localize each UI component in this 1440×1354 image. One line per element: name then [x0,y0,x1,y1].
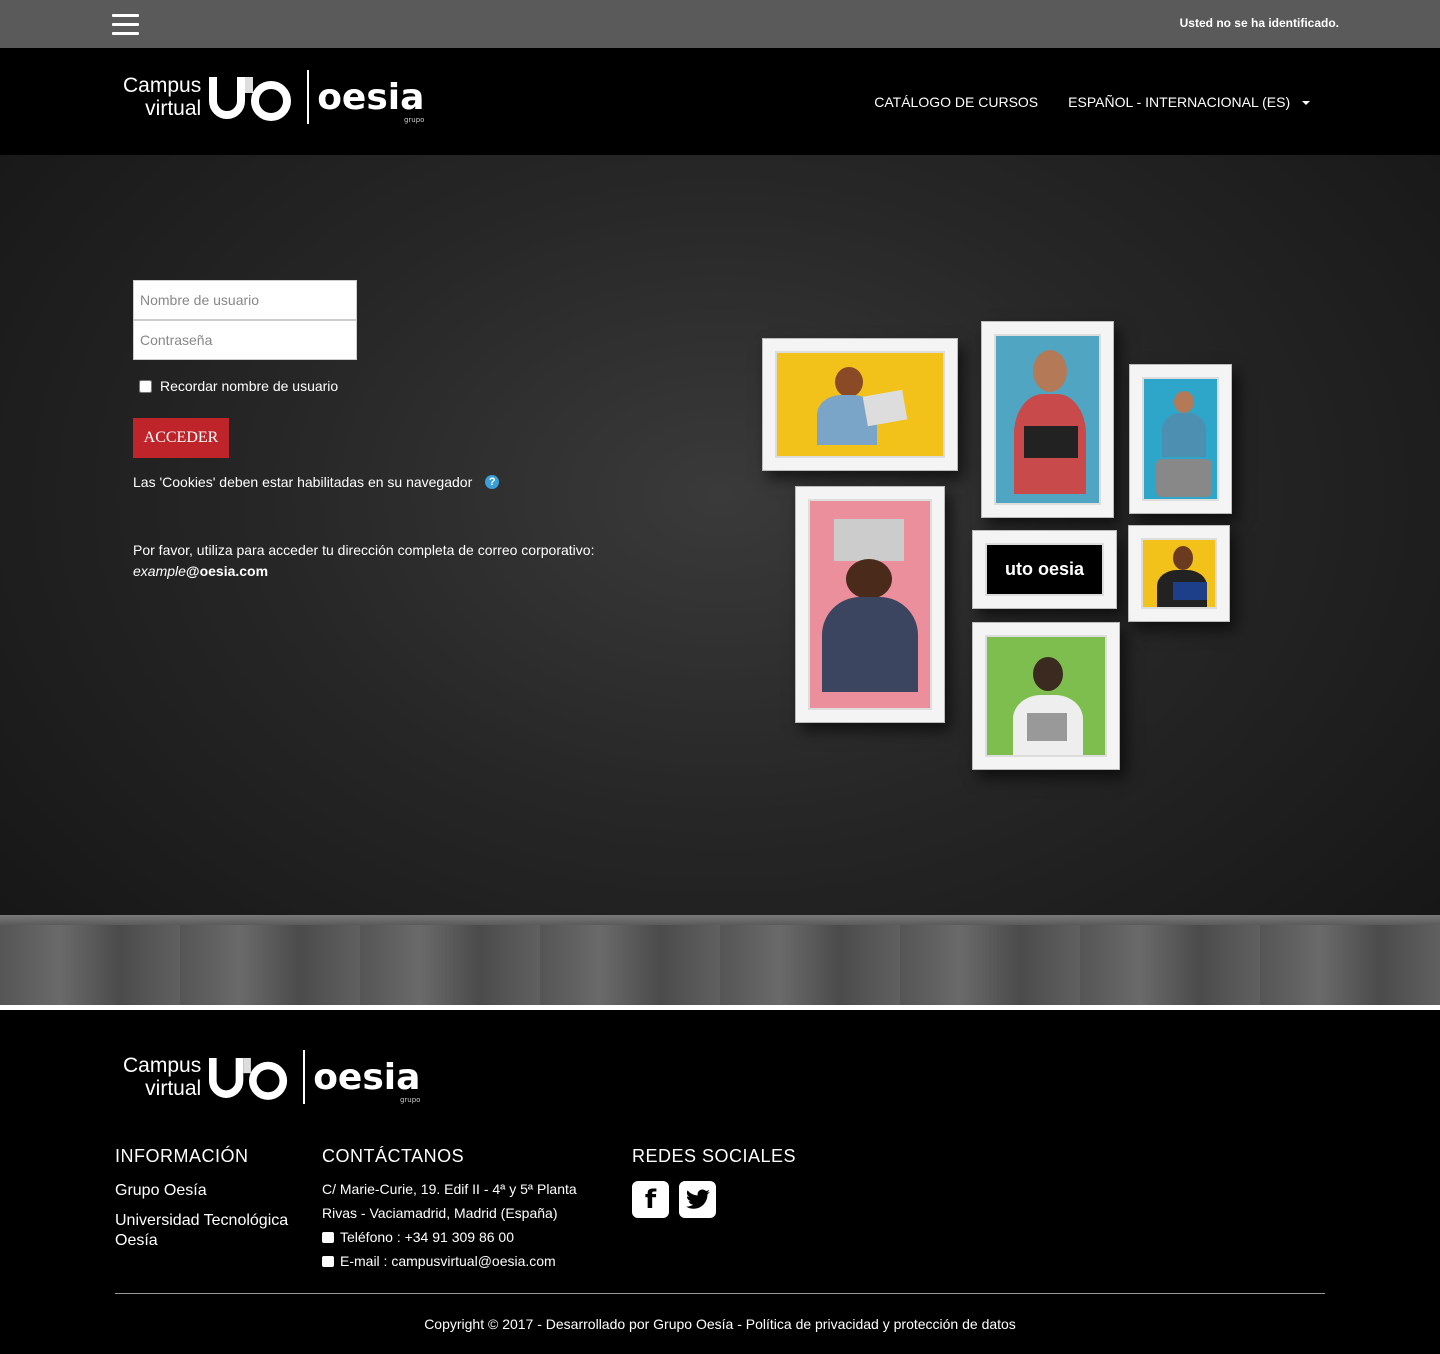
logo-campus-text: Campus virtual [123,1054,202,1100]
site-header: Campus virtual oesia grupo CATÁLOGO DE C… [0,48,1440,155]
facebook-icon[interactable]: f [632,1181,669,1218]
remember-username-label: Recordar nombre de usuario [160,378,339,394]
floor-background [0,925,1440,1005]
uto-logo-icon [209,77,292,121]
logo-separator [307,70,310,124]
cookies-text: Las 'Cookies' deben estar habilitadas en… [133,474,473,490]
photo-frame-woman-laptop [762,338,958,471]
login-button[interactable]: ACCEDER [133,418,229,458]
photo-frame-man-pouf [1129,364,1232,514]
photo-frame-woman-tablet [795,486,945,723]
footer-social-title: REDES SOCIALES [632,1146,797,1166]
envelope-icon [322,1256,334,1267]
logo-campus-text: Campus virtual [123,74,202,120]
uto-logo-icon [209,1057,288,1100]
email-example: example@oesia.com [133,563,269,579]
footer-info-column: INFORMACIÓN Grupo Oesía Universidad Tecn… [115,1146,305,1261]
social-links: f [632,1181,832,1218]
login-status: Usted no se ha identificado. [1179,16,1339,30]
footer-link-universidad[interactable]: Universidad Tecnológica Oesía [115,1211,305,1251]
twitter-bird-shape [685,1188,710,1209]
remember-username-checkbox[interactable] [139,379,152,393]
language-selector[interactable]: ESPAÑOL - INTERNACIONAL (ES) [1068,94,1310,110]
photo-tablet [1027,713,1067,741]
language-label: ESPAÑOL - INTERNACIONAL (ES) [1068,94,1291,110]
footer-social-column: REDES SOCIALES f [632,1146,832,1218]
twitter-icon[interactable] [679,1181,716,1218]
password-input[interactable] [133,320,357,360]
photo-person [835,367,863,397]
photo-person [1173,546,1193,570]
photo-frame-man-laptop [1128,525,1230,622]
copyright-text[interactable]: Copyright © 2017 - Desarrollado por Grup… [0,1316,1440,1332]
photo-tablet [834,519,904,561]
remember-username[interactable]: Recordar nombre de usuario [133,378,594,394]
photo-frame-man-tablet [981,321,1114,518]
photo-frame-woman-green [972,622,1120,770]
contact-address-line1: C/ Marie-Curie, 19. Edif II - 4ª y 5ª Pl… [322,1181,577,1197]
email-notice-text: Por favor, utiliza para acceder tu direc… [133,542,595,558]
main-nav: CATÁLOGO DE CURSOS ESPAÑOL - INTERNACION… [874,94,1310,110]
photo-tablet [1024,426,1078,458]
cookies-notice: Las 'Cookies' deben estar habilitadas en… [133,474,594,490]
contact-email: E-mail : campusvirtual@oesia.com [322,1253,602,1269]
logo-brand: oesia grupo [317,76,425,124]
help-icon[interactable]: ? [485,475,500,489]
logo-brand: oesia grupo [313,1056,421,1104]
footer-contact-title: CONTÁCTANOS [322,1146,465,1166]
footer-link-grupo-oesia[interactable]: Grupo Oesía [115,1181,305,1201]
photo-person-body [822,597,918,692]
footer-logo[interactable]: Campus virtual oesia grupo [123,1050,420,1104]
nav-course-catalog[interactable]: CATÁLOGO DE CURSOS [874,94,1038,110]
phone-icon [322,1232,334,1243]
top-bar: Usted no se ha identificado. [0,0,1440,48]
photo-laptop [862,389,908,427]
photo-person [846,559,892,599]
photo-person [1174,391,1194,413]
contact-phone: Teléfono : +34 91 309 86 00 [322,1229,602,1245]
hamburger-menu-icon[interactable] [112,14,139,35]
caret-down-icon [1302,101,1310,106]
photo-frame-logo: uto oesia [972,530,1117,609]
framed-logo: uto oesia [985,543,1104,596]
photo-person [1033,350,1067,392]
footer-info-title: INFORMACIÓN [115,1146,249,1166]
logo-separator [303,1050,306,1104]
photo-person [1033,657,1063,691]
photo-laptop [1173,582,1207,600]
username-input[interactable] [133,280,357,320]
site-logo[interactable]: Campus virtual oesia grupo [123,70,424,124]
contact-address-line2: Rivas - Vaciamadrid, Madrid (España) [322,1205,558,1221]
site-footer: Campus virtual oesia grupo INFORMACIÓN G… [0,1010,1440,1354]
login-form: Recordar nombre de usuario ACCEDER Las '… [133,280,594,582]
floor-edge [0,915,1440,925]
footer-separator [115,1293,1325,1294]
hero-section: Recordar nombre de usuario ACCEDER Las '… [0,155,1440,1005]
email-notice: Por favor, utiliza para acceder tu direc… [133,540,594,582]
photo-pouf [1156,459,1212,497]
photo-person-body [1162,413,1206,457]
footer-contact-column: CONTÁCTANOS C/ Marie-Curie, 19. Edif II … [322,1146,602,1277]
